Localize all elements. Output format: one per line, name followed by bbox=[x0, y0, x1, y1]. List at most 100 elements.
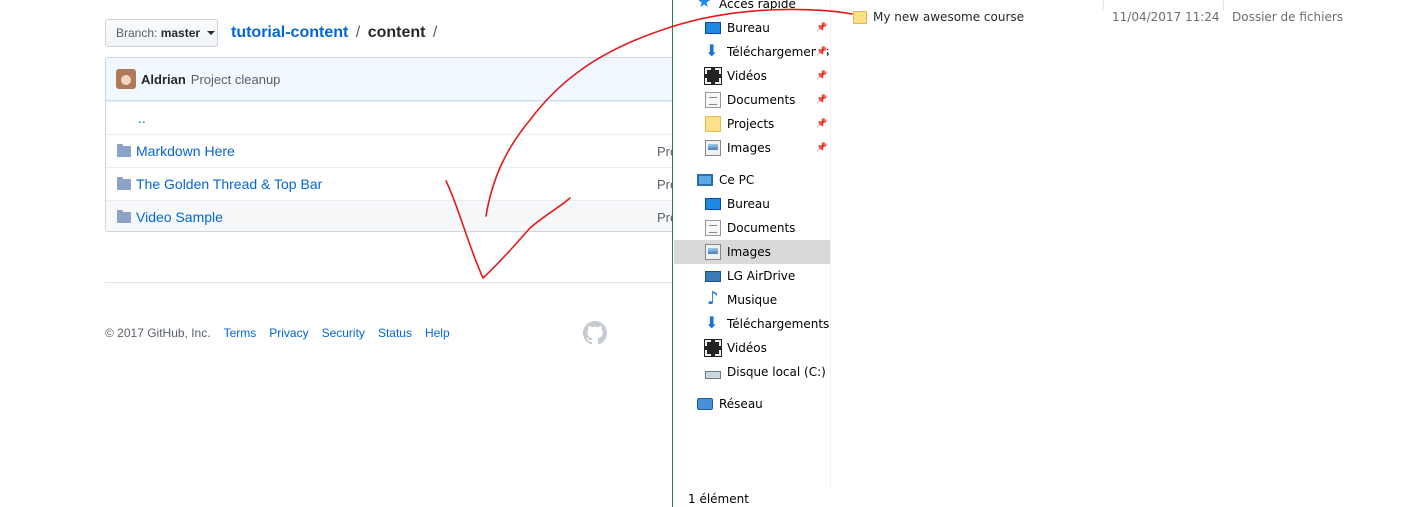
branch-selector-button[interactable]: Branch: master bbox=[105, 19, 218, 47]
file-explorer-window: Accès rapide Bureau 📌 Téléchargements 📌 … bbox=[672, 0, 1428, 507]
parent-directory-link[interactable]: .. bbox=[106, 110, 146, 126]
file-list: Aldrian Project cleanup .. Markdown Here… bbox=[105, 57, 685, 232]
nav-label: Bureau bbox=[727, 21, 770, 35]
footer-link-privacy[interactable]: Privacy bbox=[269, 326, 308, 340]
nav-pc-disque-local[interactable]: Disque local (C:) bbox=[705, 360, 826, 384]
footer-divider bbox=[105, 282, 672, 283]
video-icon bbox=[704, 339, 722, 357]
nav-label: Projects bbox=[727, 117, 775, 131]
images-icon bbox=[705, 244, 721, 260]
download-icon bbox=[705, 41, 721, 60]
nav-label: Téléchargements bbox=[727, 45, 830, 59]
footer: © 2017 GitHub, Inc. Terms Privacy Securi… bbox=[105, 326, 450, 340]
avatar[interactable] bbox=[116, 69, 136, 89]
pin-icon[interactable]: 📌 bbox=[816, 71, 827, 81]
github-logo-icon[interactable] bbox=[583, 321, 607, 345]
nav-label: LG AirDrive bbox=[727, 269, 796, 283]
nav-this-pc[interactable]: Ce PC bbox=[697, 168, 754, 192]
nav-label: Ce PC bbox=[719, 173, 755, 187]
laptop-icon bbox=[705, 270, 721, 282]
breadcrumb-repo-link[interactable]: tutorial-content bbox=[231, 24, 348, 41]
nav-network[interactable]: Réseau bbox=[697, 392, 763, 416]
network-icon bbox=[697, 398, 713, 410]
nav-label: Images bbox=[727, 245, 771, 259]
nav-pc-documents[interactable]: Documents bbox=[705, 216, 795, 240]
nav-pc-images[interactable]: Images bbox=[674, 240, 830, 264]
file-type: Dossier de fichiers bbox=[1232, 10, 1344, 24]
nav-quick-access[interactable]: Accès rapide bbox=[697, 0, 796, 16]
table-row: .. bbox=[106, 101, 684, 134]
nav-pc-telechargements[interactable]: Téléchargements bbox=[705, 312, 829, 336]
breadcrumb-separator: / bbox=[432, 24, 438, 41]
file-link[interactable]: Video Sample bbox=[136, 209, 223, 225]
nav-quick-documents[interactable]: Documents 📌 bbox=[705, 88, 830, 112]
nav-quick-bureau[interactable]: Bureau 📌 bbox=[705, 16, 830, 40]
nav-pc-musique[interactable]: Musique bbox=[705, 288, 777, 312]
status-bar-count: 1 élément bbox=[688, 492, 749, 506]
branch-prefix: Branch: bbox=[116, 26, 158, 40]
file-date: 11/04/2017 11:24 bbox=[1112, 10, 1220, 24]
footer-link-terms[interactable]: Terms bbox=[224, 326, 257, 340]
branch-name: master bbox=[160, 26, 201, 40]
file-link[interactable]: The Golden Thread & Top Bar bbox=[136, 176, 322, 192]
nav-pc-bureau[interactable]: Bureau bbox=[705, 192, 770, 216]
nav-quick-videos[interactable]: Vidéos 📌 bbox=[704, 64, 830, 88]
footer-link-security[interactable]: Security bbox=[322, 326, 365, 340]
commit-author[interactable]: Aldrian bbox=[141, 72, 186, 87]
nav-label: Bureau bbox=[727, 197, 770, 211]
footer-link-status[interactable]: Status bbox=[378, 326, 412, 340]
table-row: Markdown Here Pro bbox=[106, 134, 684, 167]
pin-icon[interactable]: 📌 bbox=[816, 23, 827, 33]
folder-icon bbox=[705, 116, 721, 132]
table-row: The Golden Thread & Top Bar Pro bbox=[106, 167, 684, 200]
nav-label: Images bbox=[727, 141, 771, 155]
breadcrumb-separator: / bbox=[355, 24, 361, 41]
nav-label: Vidéos bbox=[727, 69, 767, 83]
nav-label: Vidéos bbox=[727, 341, 767, 355]
footer-copyright: © 2017 GitHub, Inc. bbox=[105, 326, 211, 340]
nav-label: Réseau bbox=[719, 397, 763, 411]
footer-link-help[interactable]: Help bbox=[425, 326, 450, 340]
nav-quick-telechargements[interactable]: Téléchargements 📌 bbox=[705, 40, 830, 64]
breadcrumb-current-folder: content bbox=[367, 24, 426, 41]
desktop-icon bbox=[705, 198, 721, 210]
github-page: Branch: master tutorial-content / conten… bbox=[0, 0, 685, 507]
folder-icon bbox=[117, 143, 131, 157]
folder-icon bbox=[117, 209, 131, 223]
nav-quick-images[interactable]: Images 📌 bbox=[705, 136, 830, 160]
list-item[interactable]: My new awesome course 11/04/2017 11:24 D… bbox=[853, 6, 1423, 28]
download-icon bbox=[705, 313, 721, 332]
desktop-icon bbox=[705, 22, 721, 34]
file-name: My new awesome course bbox=[873, 10, 1025, 24]
music-icon bbox=[705, 288, 721, 309]
nav-label: Téléchargements bbox=[727, 317, 830, 331]
nav-label: Accès rapide bbox=[719, 0, 796, 11]
pin-icon[interactable]: 📌 bbox=[816, 47, 828, 57]
commit-message[interactable]: Project cleanup bbox=[191, 72, 281, 87]
latest-commit-bar: Aldrian Project cleanup bbox=[106, 58, 684, 101]
folder-icon bbox=[117, 176, 131, 190]
computer-icon bbox=[697, 174, 713, 186]
star-icon bbox=[697, 0, 713, 12]
video-icon bbox=[704, 67, 722, 85]
nav-label: Disque local (C:) bbox=[727, 365, 826, 379]
nav-label: Musique bbox=[727, 293, 778, 307]
table-row: Video Sample Pro bbox=[106, 200, 684, 231]
pin-icon[interactable]: 📌 bbox=[816, 143, 827, 153]
breadcrumb: tutorial-content / content / bbox=[231, 23, 440, 43]
folder-icon bbox=[853, 10, 867, 24]
file-link[interactable]: Markdown Here bbox=[136, 143, 235, 159]
nav-label: Documents bbox=[727, 221, 796, 235]
nav-quick-projects[interactable]: Projects 📌 bbox=[705, 112, 830, 136]
disk-icon bbox=[705, 371, 721, 379]
document-icon bbox=[705, 220, 721, 236]
pin-icon[interactable]: 📌 bbox=[816, 95, 827, 105]
caret-down-icon bbox=[207, 31, 216, 35]
pane-divider[interactable] bbox=[830, 0, 831, 490]
pin-icon[interactable]: 📌 bbox=[816, 119, 827, 129]
nav-pc-videos[interactable]: Vidéos bbox=[704, 336, 767, 360]
nav-pc-lg-airdrive[interactable]: LG AirDrive bbox=[705, 264, 795, 288]
nav-label: Documents bbox=[727, 93, 796, 107]
images-icon bbox=[705, 140, 721, 156]
document-icon bbox=[705, 92, 721, 108]
